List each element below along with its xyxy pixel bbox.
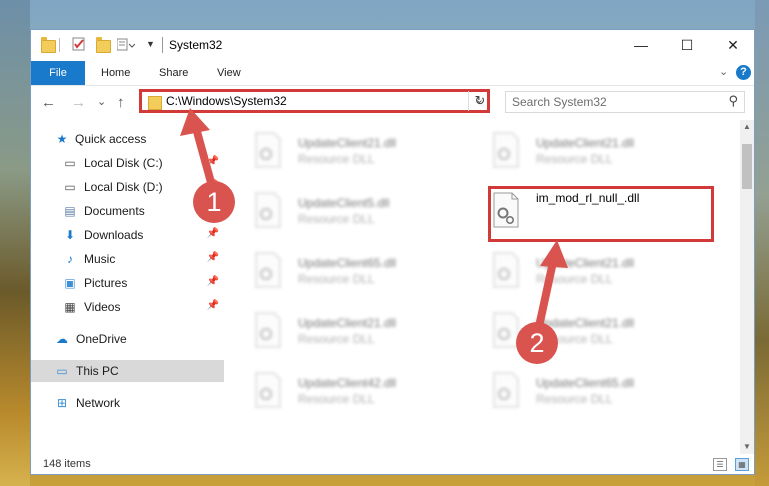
arrow-1-head bbox=[180, 108, 210, 136]
arrow-2 bbox=[536, 258, 557, 326]
annotation-overlay bbox=[180, 108, 568, 326]
step-badge-1: 1 bbox=[193, 181, 235, 223]
arrow-1 bbox=[192, 124, 216, 190]
step-badge-2: 2 bbox=[516, 322, 558, 364]
arrow-2-head bbox=[540, 240, 568, 268]
